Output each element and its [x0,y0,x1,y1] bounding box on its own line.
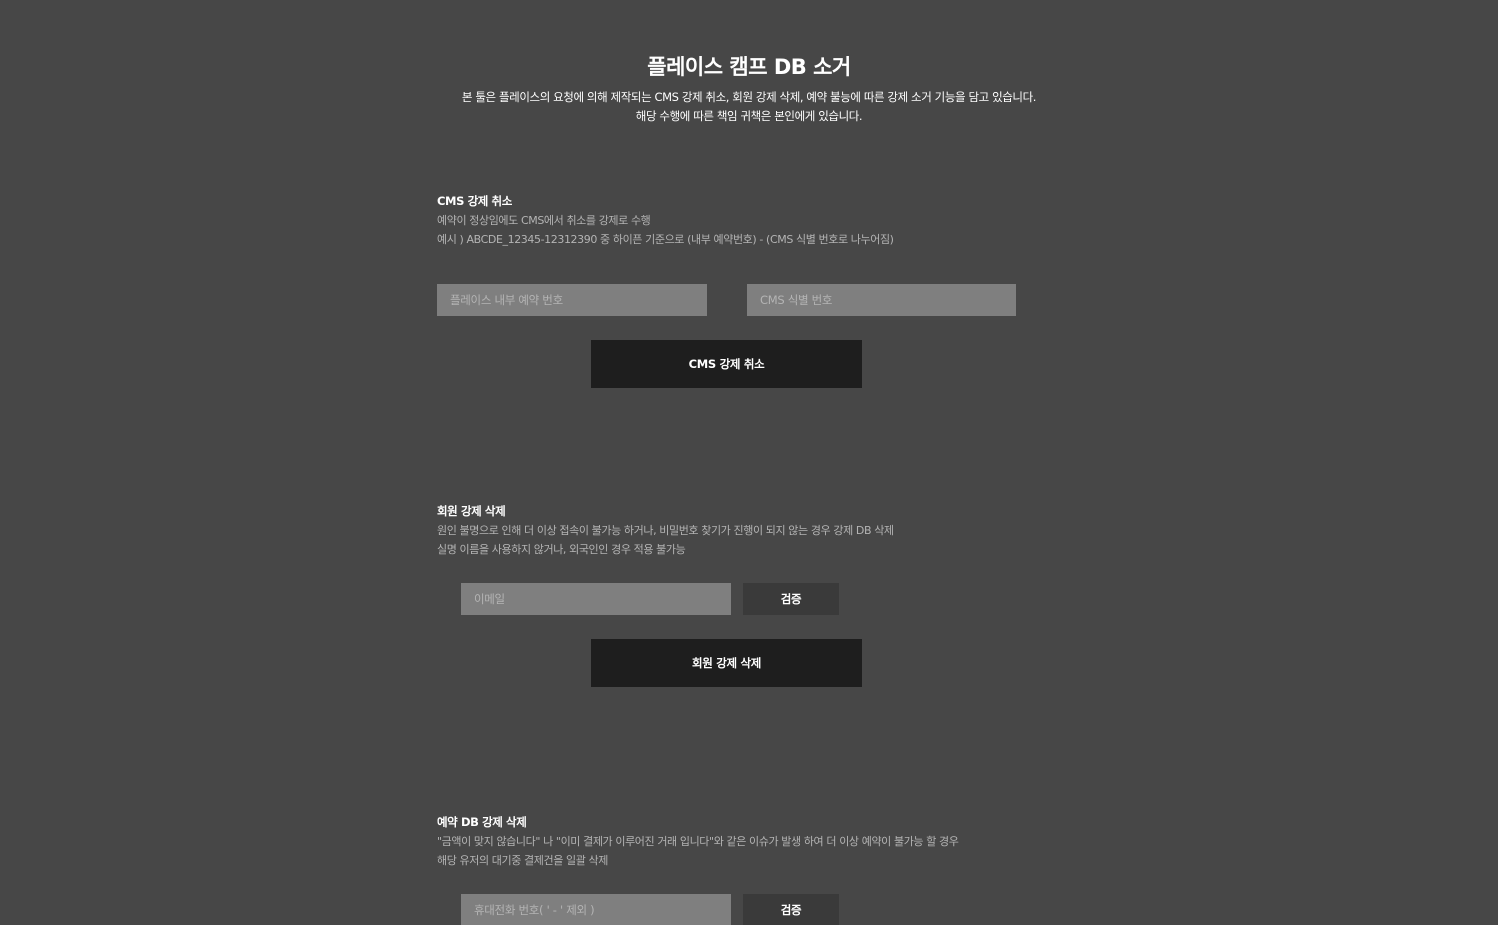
page-header: 플레이스 캠프 DB 소거 본 툴은 플레이스의 요청에 의해 제작되는 CMS… [0,52,1498,126]
cms-cancel-section: CMS 강제 취소 예약이 정상임에도 CMS에서 취소를 강제로 수행 예시 … [437,192,1017,249]
page-description-line-2: 해당 수행에 따른 책임 귀책은 본인에게 있습니다. [635,109,863,123]
email-verify-button[interactable]: 검증 [743,583,839,615]
email-input[interactable] [461,583,731,615]
member-delete-desc-line-1: 원인 불명으로 인해 더 이상 접속이 불가능 하거나, 비밀번호 찾기가 진행… [437,524,894,537]
reservation-number-input[interactable] [437,284,707,316]
phone-input[interactable] [461,894,731,925]
member-delete-button[interactable]: 회원 강제 삭제 [591,639,862,687]
cms-id-input[interactable] [747,284,1016,316]
cms-cancel-button[interactable]: CMS 강제 취소 [591,340,862,388]
reservation-delete-desc-line-2: 해당 유저의 대기중 결제건을 일괄 삭제 [437,854,609,867]
phone-verify-button[interactable]: 검증 [743,894,839,925]
cms-cancel-title: CMS 강제 취소 [437,194,512,208]
page-description: 본 툴은 플레이스의 요청에 의해 제작되는 CMS 강제 취소, 회원 강제 … [0,88,1498,126]
page-description-line-1: 본 툴은 플레이스의 요청에 의해 제작되는 CMS 강제 취소, 회원 강제 … [461,90,1037,104]
reservation-delete-desc-line-1: "금액이 맞지 않습니다" 나 "이미 결제가 이루어진 거래 입니다"와 같은… [437,835,959,848]
reservation-delete-section: 예약 DB 강제 삭제 "금액이 맞지 않습니다" 나 "이미 결제가 이루어진… [437,813,1017,870]
member-delete-title: 회원 강제 삭제 [437,504,506,518]
reservation-delete-title: 예약 DB 강제 삭제 [437,815,527,829]
member-delete-desc-line-2: 실명 이름을 사용하지 않거나, 외국인인 경우 적용 불가능 [437,543,686,556]
cms-cancel-desc-line-1: 예약이 정상임에도 CMS에서 취소를 강제로 수행 [437,214,651,227]
page-title: 플레이스 캠프 DB 소거 [647,55,851,79]
member-delete-section: 회원 강제 삭제 원인 불명으로 인해 더 이상 접속이 불가능 하거나, 비밀… [437,502,1017,559]
cms-cancel-desc-line-2: 예시 ) ABCDE_12345-12312390 중 하이픈 기준으로 (내부… [437,233,894,246]
page: 플레이스 캠프 DB 소거 본 툴은 플레이스의 요청에 의해 제작되는 CMS… [0,0,1498,925]
